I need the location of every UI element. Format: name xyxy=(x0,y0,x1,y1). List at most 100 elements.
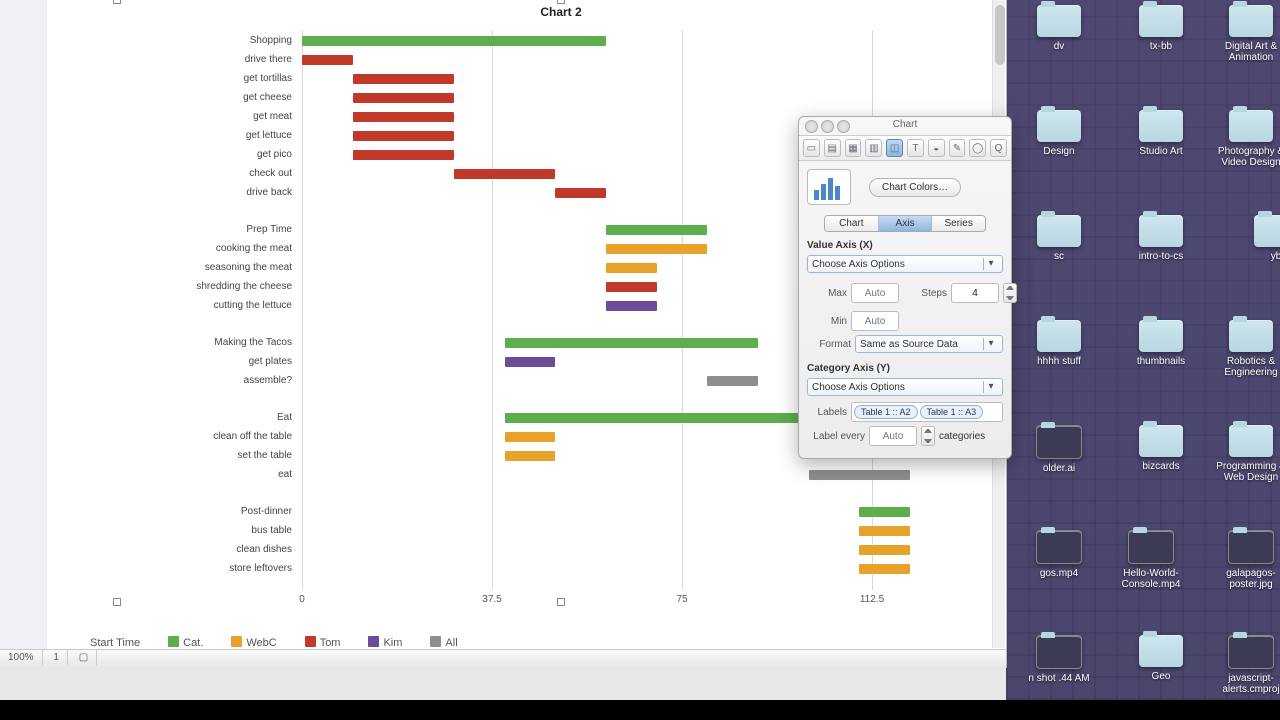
bar-segment[interactable] xyxy=(302,55,353,65)
bar-segment[interactable] xyxy=(505,432,556,442)
bar-segment[interactable] xyxy=(353,131,454,141)
desktop-item[interactable]: Studio Art xyxy=(1116,110,1206,157)
legend-item[interactable]: All xyxy=(420,636,457,649)
category-label: Prep Time xyxy=(112,223,292,237)
legend-item[interactable]: Kim xyxy=(358,636,402,649)
bar-segment[interactable] xyxy=(454,169,555,179)
chart-legend[interactable]: Start Time Cat. WebC Tom Kim All xyxy=(90,636,476,649)
cell-ref-token[interactable]: Table 1 :: A2 xyxy=(854,405,918,419)
sheets-sidebar[interactable] xyxy=(0,0,48,660)
category-axis-options-dropdown[interactable]: Choose Axis Options▾ xyxy=(807,378,1003,396)
bar-segment[interactable] xyxy=(606,301,657,311)
desktop-item[interactable]: older.ai xyxy=(1014,425,1104,474)
legend-swatch xyxy=(231,636,242,647)
bar-segment[interactable] xyxy=(859,526,910,536)
bar-segment[interactable] xyxy=(606,244,707,254)
tab-axis[interactable]: Axis xyxy=(879,216,933,231)
desktop-item-label: Hello-World-Console.mp4 xyxy=(1106,568,1196,590)
desktop-item[interactable]: Geo xyxy=(1116,635,1206,682)
desktop-item[interactable]: galapagos-poster.jpg xyxy=(1206,530,1280,590)
bar-segment[interactable] xyxy=(353,112,454,122)
legend-item[interactable]: WebC xyxy=(221,636,276,649)
labels-token-field[interactable]: Table 1 :: A2 Table 1 :: A3 xyxy=(851,402,1003,422)
bar-segment[interactable] xyxy=(302,36,606,46)
format-dropdown[interactable]: Same as Source Data▾ xyxy=(855,335,1003,353)
desktop-item[interactable]: Photography & Video Design xyxy=(1206,110,1280,168)
steps-input[interactable] xyxy=(951,283,999,303)
desktop-item[interactable]: intro-to-cs xyxy=(1116,215,1206,262)
hyperlink-inspector-icon[interactable]: ◯ xyxy=(969,139,986,157)
desktop-item[interactable]: Robotics & Engineering xyxy=(1206,320,1280,378)
bar-segment[interactable] xyxy=(859,564,910,574)
bar-segment[interactable] xyxy=(606,225,707,235)
graphic-inspector-icon[interactable]: ◒ xyxy=(928,139,945,157)
label-every-input[interactable] xyxy=(869,426,917,446)
file-icon xyxy=(1036,530,1082,564)
bar-segment[interactable] xyxy=(353,74,454,84)
cell-inspector-icon[interactable]: ▥ xyxy=(865,139,882,157)
tab-series[interactable]: Series xyxy=(932,216,985,231)
table-inspector-icon[interactable]: ▦ xyxy=(845,139,862,157)
quicktime-inspector-icon[interactable]: Q xyxy=(990,139,1007,157)
selection-handle[interactable] xyxy=(113,0,121,4)
bar-segment[interactable] xyxy=(353,150,454,160)
desktop-item[interactable]: hhhh stuff xyxy=(1014,320,1104,367)
bar-segment[interactable] xyxy=(606,282,657,292)
cell-ref-token[interactable]: Table 1 :: A3 xyxy=(920,405,984,419)
bar-segment[interactable] xyxy=(606,263,657,273)
max-input[interactable] xyxy=(851,283,899,303)
document-inspector-icon[interactable]: ▭ xyxy=(803,139,820,157)
desktop-item[interactable]: yb xyxy=(1231,215,1280,262)
min-input[interactable] xyxy=(851,311,899,331)
desktop-item[interactable]: gos.mp4 xyxy=(1014,530,1104,579)
steps-stepper[interactable] xyxy=(1003,283,1017,303)
metrics-inspector-icon[interactable]: ✎ xyxy=(949,139,966,157)
desktop-item[interactable]: dv xyxy=(1014,5,1104,52)
desktop-item[interactable]: Design xyxy=(1014,110,1104,157)
label-every-stepper[interactable] xyxy=(921,426,935,446)
bar-segment[interactable] xyxy=(505,451,556,461)
category-label: Post-dinner xyxy=(112,505,292,519)
value-axis-options-dropdown[interactable]: Choose Axis Options▾ xyxy=(807,255,1003,273)
folder-icon xyxy=(1037,110,1081,142)
inspector-titlebar[interactable]: Chart xyxy=(799,117,1011,136)
scrollbar-thumb[interactable] xyxy=(995,5,1005,65)
desktop-background: dv tx-bbDigital Art & Animation Design Stud… xyxy=(1006,0,1280,700)
bar-segment[interactable] xyxy=(809,470,910,480)
desktop-item[interactable]: bizcards xyxy=(1116,425,1206,472)
chart-type-thumbnail[interactable] xyxy=(807,169,851,205)
bar-segment[interactable] xyxy=(353,93,454,103)
desktop-item[interactable]: thumbnails xyxy=(1116,320,1206,367)
desktop-item[interactable]: n shot .44 AM xyxy=(1014,635,1104,684)
zoom-level[interactable]: 100% xyxy=(0,650,43,665)
bar-segment[interactable] xyxy=(555,188,606,198)
desktop-item-label: sc xyxy=(1014,251,1104,262)
legend-label: Start Time xyxy=(90,637,140,649)
selection-handle[interactable] xyxy=(557,598,565,606)
desktop-item[interactable]: Hello-World-Console.mp4 xyxy=(1106,530,1196,590)
bar-segment[interactable] xyxy=(859,507,910,517)
file-icon xyxy=(1128,530,1174,564)
chart-title[interactable]: Chart 2 xyxy=(117,5,1005,19)
desktop-item[interactable]: sc xyxy=(1014,215,1104,262)
bar-segment[interactable] xyxy=(859,545,910,555)
legend-item[interactable]: Tom xyxy=(295,636,341,649)
format-label: Format xyxy=(807,339,851,350)
chart-inspector-panel[interactable]: Chart ▭ ▤ ▦ ▥ ◫ T ◒ ✎ ◯ Q Chart Colors… … xyxy=(798,116,1012,459)
chart-inspector-icon[interactable]: ◫ xyxy=(886,139,903,157)
chart-colors-button[interactable]: Chart Colors… xyxy=(869,178,961,197)
tab-chart[interactable]: Chart xyxy=(825,216,879,231)
desktop-item[interactable]: Programming & Web Design xyxy=(1206,425,1280,483)
bar-segment[interactable] xyxy=(505,338,758,348)
selection-handle[interactable] xyxy=(113,598,121,606)
selection-handle[interactable] xyxy=(557,0,565,4)
text-inspector-icon[interactable]: T xyxy=(907,139,924,157)
legend-item[interactable]: Cat. xyxy=(158,636,203,649)
legend-item[interactable]: Start Time xyxy=(90,637,140,649)
bar-segment[interactable] xyxy=(505,357,556,367)
desktop-item[interactable]: tx-bb xyxy=(1116,5,1206,52)
desktop-item[interactable]: javascript-alerts.cmproj xyxy=(1206,635,1280,695)
sheet-inspector-icon[interactable]: ▤ xyxy=(824,139,841,157)
bar-segment[interactable] xyxy=(707,376,758,386)
desktop-item[interactable]: Digital Art & Animation xyxy=(1206,5,1280,63)
